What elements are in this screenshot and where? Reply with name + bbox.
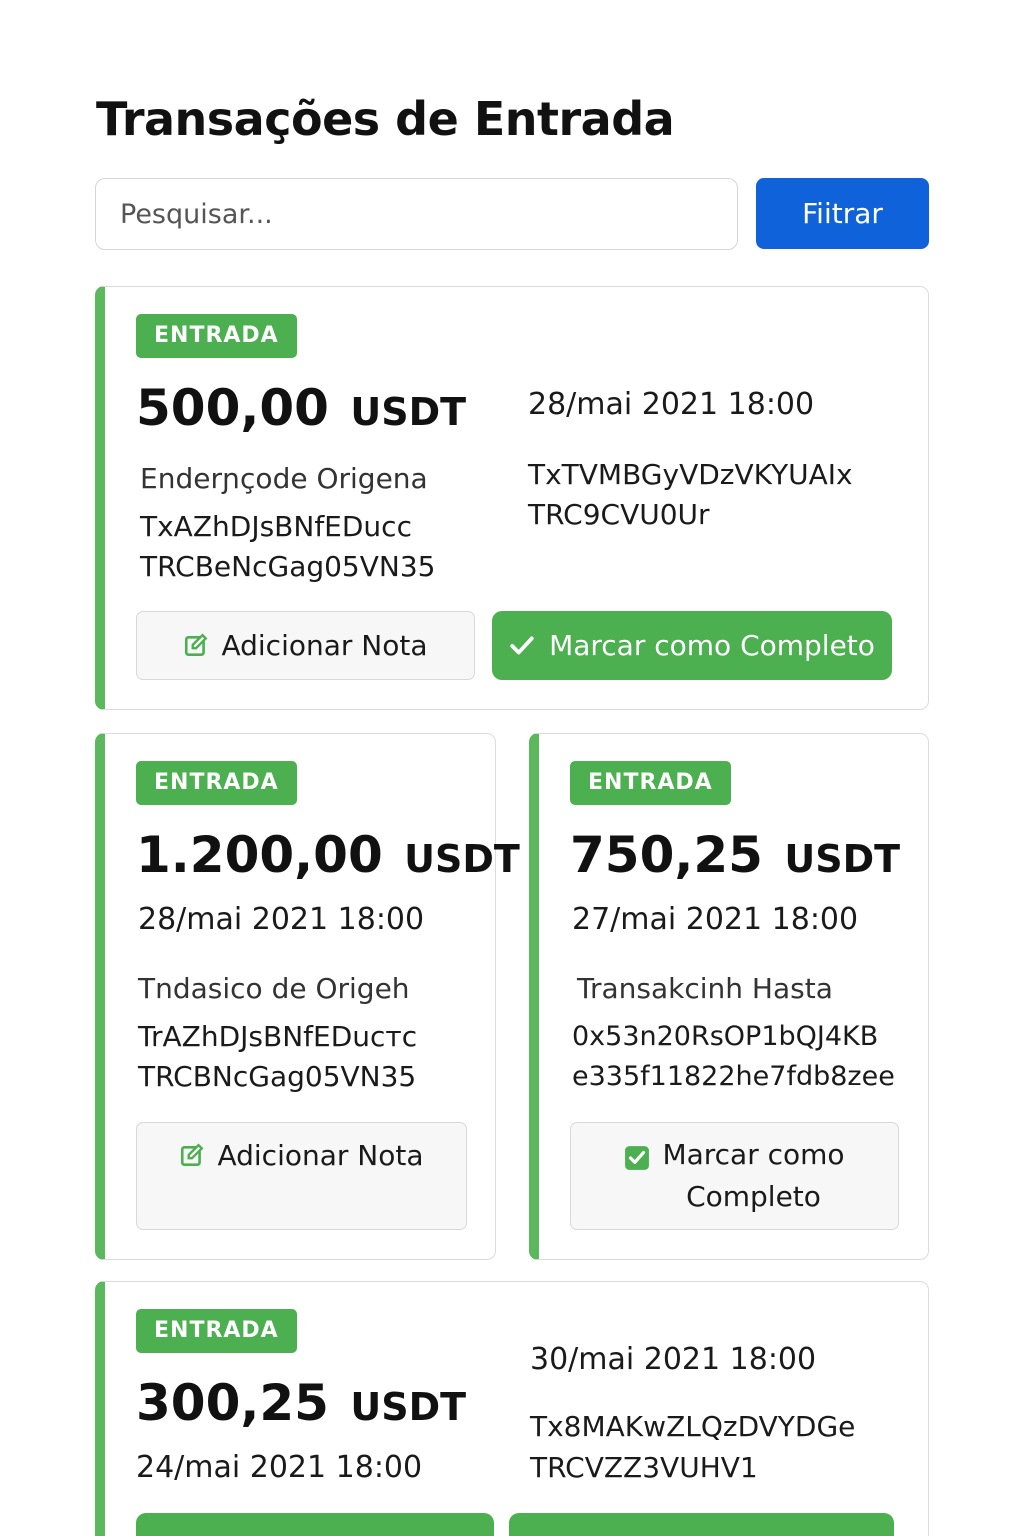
origin-address-line1: TxAZhDJsBNfEDucc	[140, 510, 412, 543]
search-input[interactable]	[95, 178, 738, 250]
transaction-amount: 750,25 USDT	[570, 826, 900, 884]
transaction-card: ENTRADA 750,25 USDT 27/mai 2021 18:00 Tr…	[529, 733, 929, 1260]
tx-hash-line2: TRCVZZ3VUHV1	[530, 1451, 758, 1484]
transaction-date-secondary: 30/mai 2021 18:00	[530, 1342, 817, 1377]
page-title: Transações de Entrada	[96, 92, 675, 146]
status-badge: ENTRADA	[570, 761, 731, 805]
amount-currency: USDT	[350, 1385, 467, 1429]
mark-complete-label-line2: Completo	[686, 1180, 821, 1213]
transaction-date: 27/mai 2021 18:00	[572, 902, 859, 937]
add-note-button[interactable]: Adicionar Nota	[136, 1122, 467, 1230]
tx-hash-line1: TxTVMBGyVDzVKYUAIx	[528, 458, 853, 491]
transaction-date: 24/mai 2021 18:00	[136, 1450, 423, 1485]
filter-button[interactable]: Fiitrar	[756, 178, 929, 249]
tx-hash-line2: TRC9CVU0Ur	[528, 498, 710, 531]
amount-value: 1.200,00	[136, 826, 383, 884]
checkmark-icon	[510, 636, 534, 654]
amount-currency: USDT	[350, 390, 467, 434]
add-note-label: Adicionar Nota	[217, 1139, 424, 1172]
transaction-amount: 1.200,00 USDT	[136, 826, 520, 884]
amount-value: 750,25	[570, 826, 763, 884]
origin-address-label: Tndasico de Origeh	[138, 972, 410, 1005]
origin-address-line2: e335f11822he7fdb8zee	[572, 1061, 895, 1092]
origin-address-line2: TRCBeNcGag05VN35	[140, 550, 436, 583]
transaction-card: ENTRADA 300,25 USDT 24/mai 2021 18:00 30…	[95, 1281, 929, 1536]
edit-note-icon	[185, 632, 208, 656]
mark-complete-label-line1: Marcar como	[662, 1138, 845, 1171]
mark-complete-text: Marcar como Completo	[662, 1134, 844, 1218]
add-note-button[interactable]: Adicionar Nota	[136, 611, 475, 680]
amount-currency: USDT	[784, 837, 901, 881]
add-note-label: Adicionar Nota	[221, 629, 428, 662]
transaction-card: ENTRADA 500,00 USDT 28/mai 2021 18:00 En…	[95, 286, 929, 710]
check-box-icon	[625, 1146, 650, 1170]
transaction-date: 28/mai 2021 18:00	[138, 902, 425, 937]
mark-complete-button[interactable]	[509, 1513, 894, 1536]
origin-address-label: Enderɲçode Origena	[140, 462, 428, 495]
mark-complete-button[interactable]: Marcar como Completo	[492, 611, 892, 680]
transaction-date: 28/mai 2021 18:00	[528, 387, 815, 422]
amount-value: 300,25	[136, 1374, 329, 1432]
origin-address-line1: 0x53n20RsOP1bQJ4KB	[572, 1021, 879, 1052]
transaction-amount: 300,25 USDT	[136, 1374, 466, 1432]
status-badge: ENTRADA	[136, 1309, 297, 1353]
amount-currency: USDT	[404, 837, 520, 881]
amount-value: 500,00	[136, 379, 329, 437]
origin-address-line1: TrAZhDJsBNfEDucтc	[138, 1020, 418, 1053]
status-badge: ENTRADA	[136, 761, 297, 805]
status-badge: ENTRADA	[136, 314, 297, 358]
mark-complete-button[interactable]: Marcar como Completo	[570, 1122, 899, 1230]
add-note-button[interactable]	[136, 1513, 494, 1536]
mark-complete-label: Marcar como Completo	[549, 629, 875, 662]
tx-hash-line1: Tx8MAKwZLQzDVYDGe	[530, 1410, 856, 1443]
origin-address-label: Transakcinh Hasta	[577, 972, 833, 1005]
transaction-amount: 500,00 USDT	[136, 379, 466, 437]
edit-note-icon	[181, 1143, 204, 1166]
transaction-card: ENTRADA 1.200,00 USDT 28/mai 2021 18:00 …	[95, 733, 520, 1260]
origin-address-line2: TRCBNcGag05VN35	[138, 1060, 417, 1093]
